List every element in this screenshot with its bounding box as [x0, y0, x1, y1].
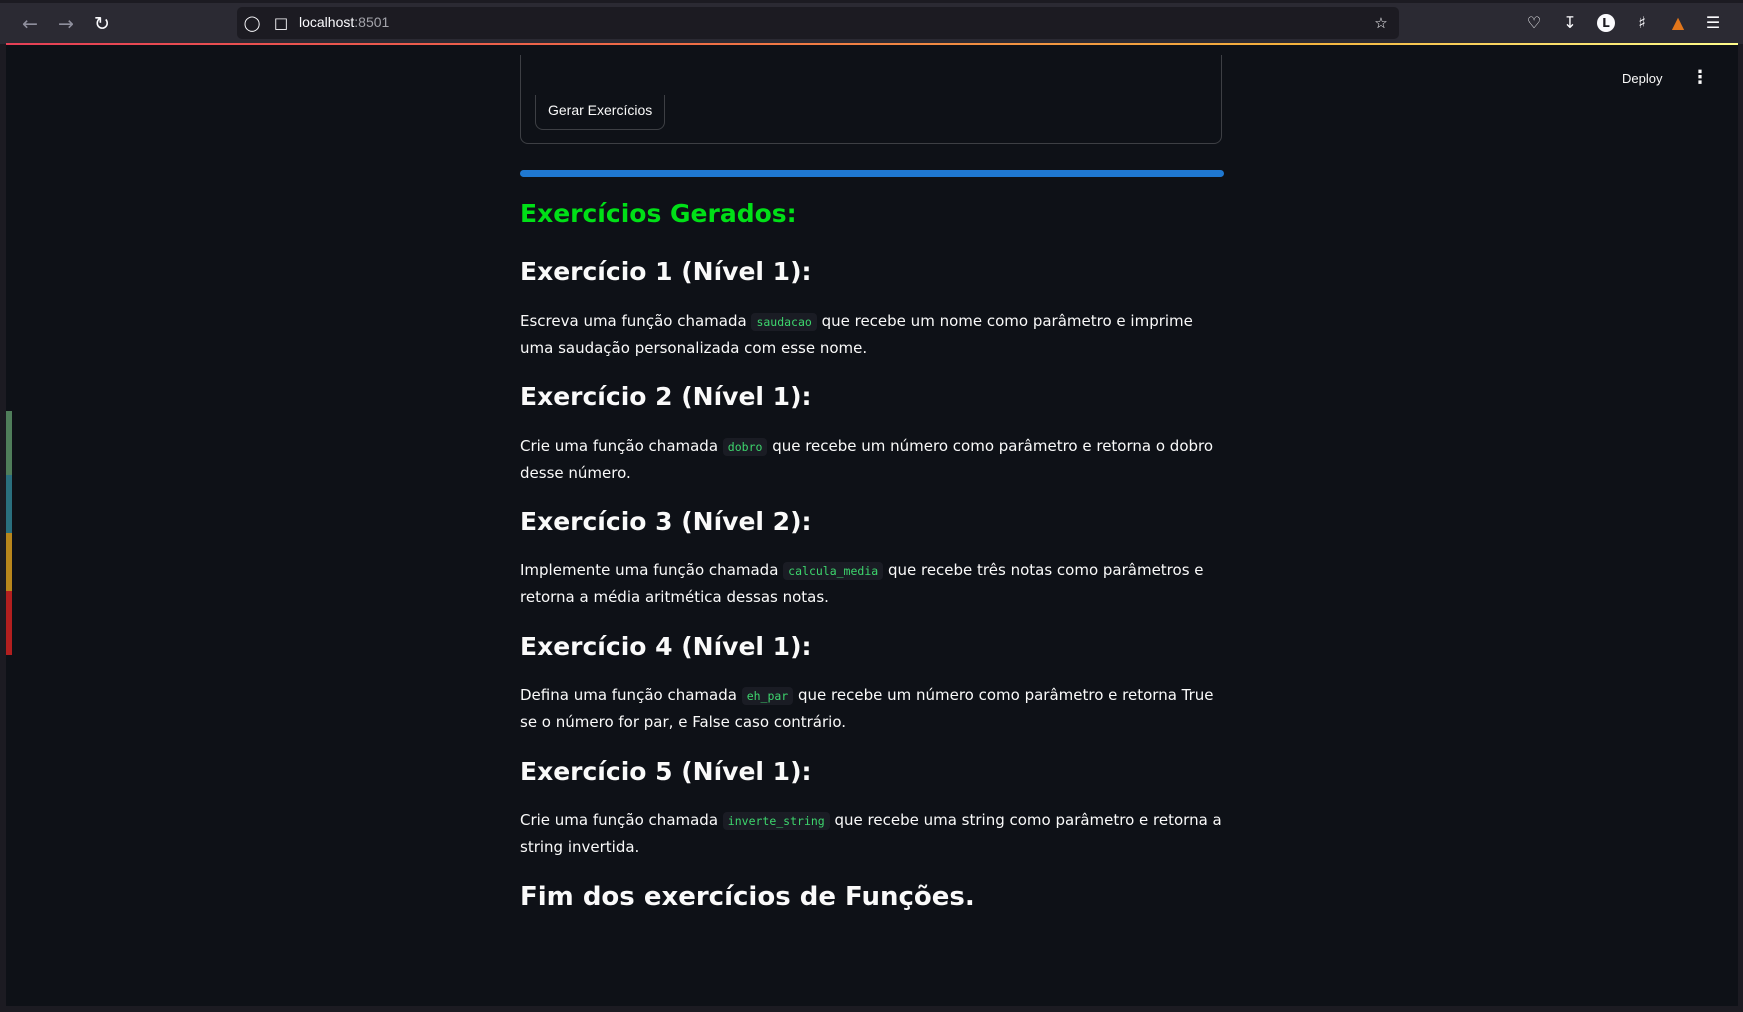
forward-arrow-icon[interactable]: → [54, 12, 78, 36]
pocket-icon[interactable]: ♡ [1523, 12, 1545, 34]
exercise-text: Implemente uma função chamada [520, 561, 784, 579]
left-color-strip-teal [6, 475, 12, 533]
exercise-heading: Exercício 5 (Nível 1): [520, 757, 812, 786]
inline-code: calcula_media [783, 562, 884, 580]
download-icon[interactable]: ↧ [1559, 12, 1581, 34]
reload-icon[interactable]: ↻ [90, 12, 114, 36]
exercise-description: Implemente uma função chamada calcula_me… [520, 557, 1226, 610]
exercise-text: Crie uma função chamada [520, 811, 723, 829]
exercise-text: Crie uma função chamada [520, 437, 723, 455]
address-bar[interactable]: ◯ □ localhost:8501 ☆ [237, 7, 1399, 39]
exercise-text: Escreva uma função chamada [520, 312, 752, 330]
exercise-description: Crie uma função chamada inverte_string q… [520, 807, 1226, 860]
metamask-fox-icon[interactable]: ▲ [1667, 12, 1689, 34]
back-arrow-icon[interactable]: ← [18, 12, 42, 36]
inline-code: inverte_string [722, 812, 830, 830]
exercise-description: Defina uma função chamada eh_par que rec… [520, 682, 1226, 735]
extensions-icon[interactable]: ♯ [1631, 12, 1653, 34]
inline-code: dobro [722, 438, 768, 456]
shield-icon[interactable]: ◯ [242, 13, 262, 33]
tab-strip-edge [0, 0, 1743, 3]
exercise-heading: Exercício 3 (Nível 2): [520, 507, 812, 536]
browser-toolbar: ← → ↻ ◯ □ localhost:8501 ☆ ♡ ↧ L ♯ ▲ ☰ [0, 0, 1743, 44]
left-color-strip-red [6, 591, 12, 655]
generate-exercises-button[interactable]: Gerar Exercícios [535, 95, 666, 130]
exercise-description: Escreva uma função chamada saudacao que … [520, 308, 1226, 361]
generated-title: Exercícios Gerados: [520, 199, 797, 228]
page-icon[interactable]: □ [271, 13, 291, 33]
exercise-text: Defina uma função chamada [520, 686, 742, 704]
main-menu-kebab-icon[interactable]: ⋮ [1691, 68, 1709, 88]
left-color-strip-orange [6, 533, 12, 591]
url-host: localhost [299, 14, 355, 30]
url-text[interactable]: localhost:8501 [299, 14, 389, 30]
footer-heading: Fim dos exercícios de Funções. [520, 882, 975, 912]
exercise-description: Crie uma função chamada dobro que recebe… [520, 433, 1226, 486]
exercise-heading: Exercício 4 (Nível 1): [520, 632, 812, 661]
url-port: :8501 [354, 14, 390, 30]
account-avatar-icon[interactable]: L [1597, 14, 1615, 32]
streamlit-app: Deploy ⋮ Gerar Exercícios Exercícios Ger… [6, 45, 1738, 1006]
exercise-heading: Exercício 2 (Nível 1): [520, 382, 812, 411]
inline-code: saudacao [751, 313, 817, 331]
menu-hamburger-icon[interactable]: ☰ [1702, 12, 1724, 34]
inline-code: eh_par [741, 687, 794, 705]
left-color-strip-green [6, 411, 12, 475]
deploy-button[interactable]: Deploy [1622, 71, 1662, 86]
bookmark-star-icon[interactable]: ☆ [1371, 13, 1391, 33]
progress-bar [520, 170, 1224, 177]
exercise-heading: Exercício 1 (Nível 1): [520, 257, 812, 286]
